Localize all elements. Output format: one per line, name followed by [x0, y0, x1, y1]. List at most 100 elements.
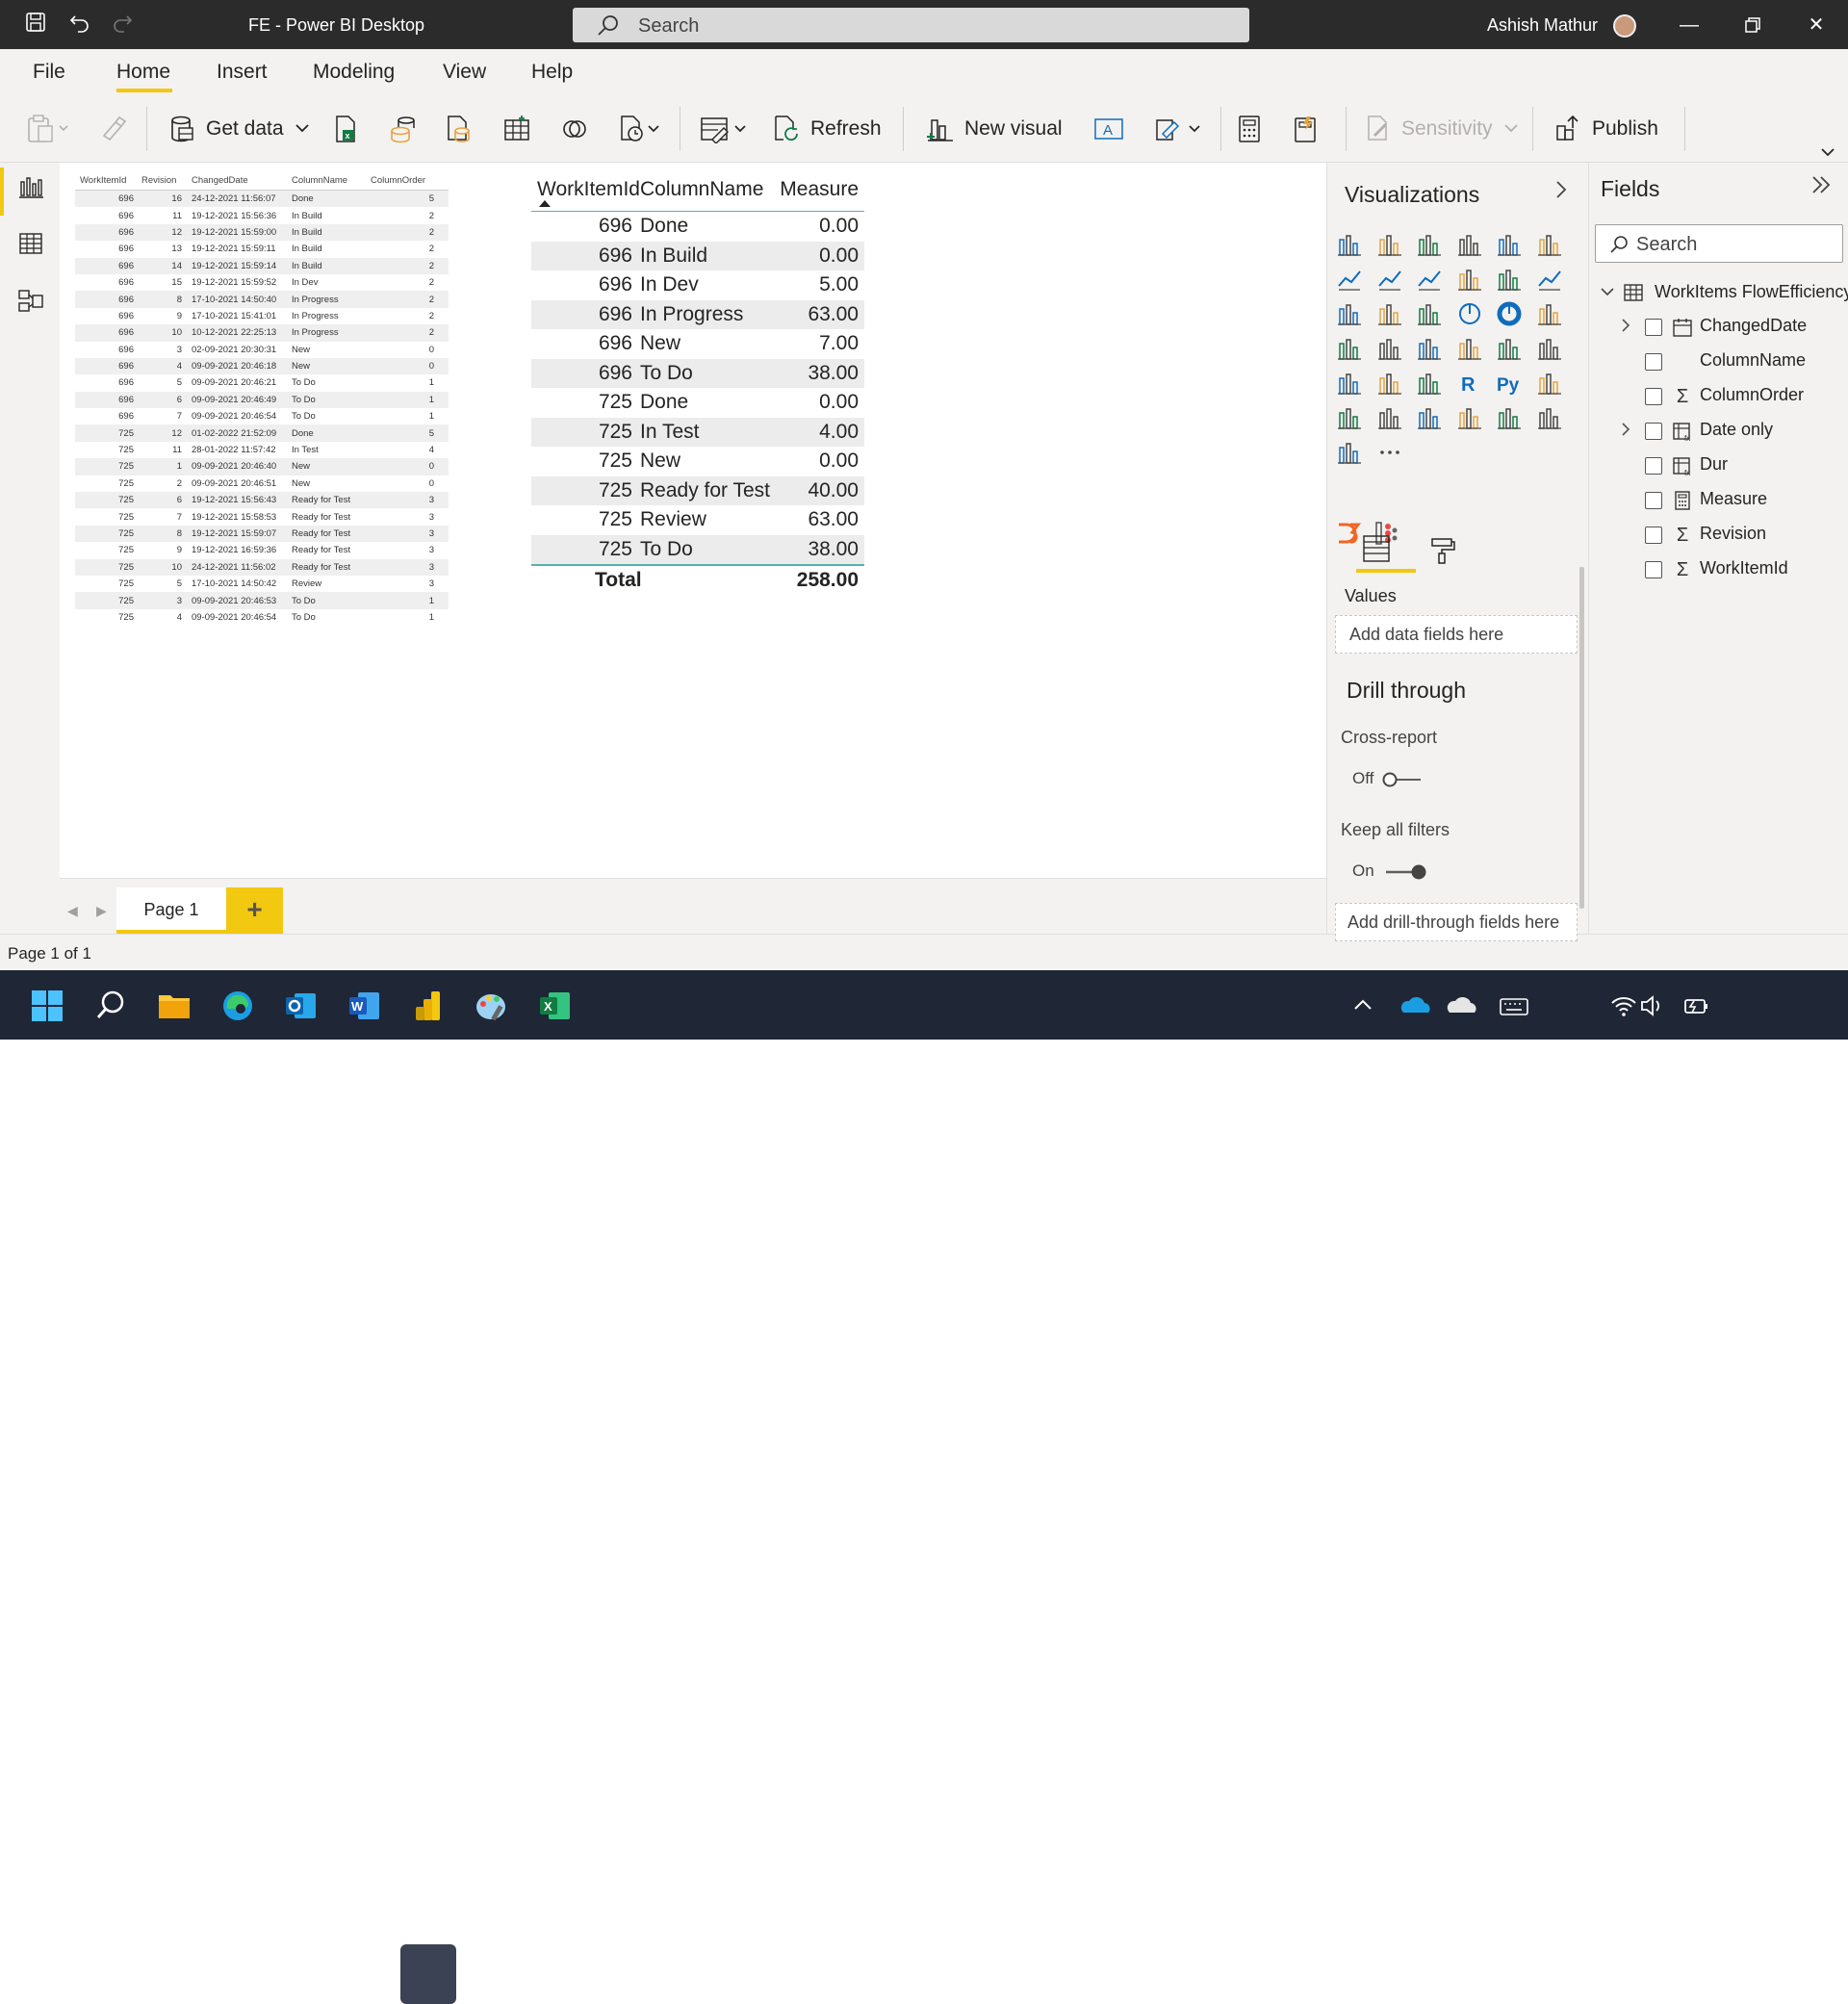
- file-explorer-icon[interactable]: [156, 988, 192, 1024]
- menu-insert[interactable]: Insert: [217, 61, 268, 84]
- table-row[interactable]: 725 6 19-12-2021 15:56:43 Ready for Test 3: [75, 492, 449, 509]
- menu-home[interactable]: Home: [116, 61, 170, 84]
- qna-visual-icon[interactable]: [1377, 405, 1402, 430]
- pie-chart-icon[interactable]: [1457, 301, 1482, 326]
- table-row[interactable]: 696 3 02-09-2021 20:30:31 New 0: [75, 342, 449, 358]
- matrix-icon[interactable]: [1417, 371, 1442, 396]
- slicer-icon[interactable]: [1337, 371, 1362, 396]
- field-item[interactable]: Σ ColumnOrder: [1589, 382, 1848, 411]
- key-influencers-icon[interactable]: [1537, 371, 1562, 396]
- page-tab[interactable]: Page 1: [116, 887, 226, 934]
- table-row[interactable]: 696 New 7.00: [531, 329, 864, 359]
- field-item[interactable]: fx Dur: [1589, 451, 1848, 480]
- dataverse-connect-button[interactable]: [560, 113, 589, 145]
- table-row[interactable]: 696 12 19-12-2021 15:59:00 In Build 2: [75, 223, 449, 242]
- python-visual-icon[interactable]: Py: [1497, 371, 1522, 396]
- multi-row-card-icon[interactable]: [1497, 336, 1522, 361]
- table-row[interactable]: 696 10 10-12-2021 22:25:13 In Progress 2: [75, 324, 449, 342]
- table-row[interactable]: 725 To Do 38.00: [531, 534, 864, 564]
- user-name[interactable]: Ashish Mathur: [1487, 15, 1598, 36]
- report-view-icon[interactable]: [17, 174, 44, 201]
- kpi-icon[interactable]: [1537, 336, 1562, 361]
- clustered-bar-chart-icon[interactable]: [1417, 232, 1442, 257]
- field-item[interactable]: ChangedDate: [1589, 313, 1848, 342]
- battery-icon[interactable]: [1682, 988, 1719, 1024]
- decomposition-tree-icon[interactable]: [1337, 405, 1362, 430]
- new-measure-button[interactable]: [1236, 113, 1263, 145]
- stacked-area-chart-icon[interactable]: [1417, 267, 1442, 292]
- table-node[interactable]: WorkItems FlowEfficiency: [1599, 282, 1848, 302]
- table-row[interactable]: 696 14 19-12-2021 15:59:14 In Build 2: [75, 257, 449, 274]
- column-header[interactable]: ColumnName: [292, 175, 371, 186]
- refresh-button[interactable]: Refresh: [772, 113, 882, 145]
- line-clustered-column-chart-icon[interactable]: [1457, 267, 1482, 292]
- table-row[interactable]: 696 6 09-09-2021 20:46:49 To Do 1: [75, 391, 449, 409]
- save-icon[interactable]: [23, 12, 48, 37]
- field-item[interactable]: Σ WorkItemId: [1589, 555, 1848, 584]
- column-header[interactable]: ColumnName: [640, 178, 775, 201]
- field-checkbox[interactable]: [1645, 319, 1662, 336]
- table-row[interactable]: 696 In Build 0.00: [531, 241, 864, 270]
- redo-icon[interactable]: [110, 12, 135, 37]
- table-row[interactable]: 725 12 01-02-2022 21:52:09 Done 5: [75, 424, 449, 442]
- search-icon[interactable]: [92, 988, 129, 1024]
- clock[interactable]: 07:47 03-02-2022: [1729, 1955, 1829, 1997]
- model-view-icon[interactable]: [17, 288, 44, 315]
- get-data-button[interactable]: Get data: [169, 113, 313, 145]
- text-box-button[interactable]: A: [1093, 113, 1124, 145]
- table-row[interactable]: 696 8 17-10-2021 14:50:40 In Progress 2: [75, 291, 449, 308]
- enter-data-button[interactable]: [502, 113, 531, 145]
- column-header[interactable]: WorkItemId: [75, 175, 138, 186]
- more-visuals-icon[interactable]: [1377, 440, 1402, 465]
- table-row[interactable]: 696 To Do 38.00: [531, 358, 864, 388]
- table-row[interactable]: 696 9 17-10-2021 15:41:01 In Progress 2: [75, 308, 449, 324]
- cross-report-toggle[interactable]: Off: [1352, 769, 1424, 789]
- input-language[interactable]: ENG US: [1553, 1955, 1592, 1997]
- minimize-icon[interactable]: —: [1675, 12, 1704, 39]
- table-row[interactable]: 696 Done 0.00: [531, 212, 864, 242]
- field-checkbox[interactable]: [1645, 561, 1662, 578]
- line-stacked-column-chart-icon[interactable]: [1497, 267, 1522, 292]
- field-item[interactable]: ColumnName: [1589, 347, 1848, 376]
- table-row[interactable]: 696 16 24-12-2021 11:56:07 Done 5: [75, 191, 449, 208]
- table-visual-icon[interactable]: [1377, 371, 1402, 396]
- field-checkbox[interactable]: [1645, 527, 1662, 544]
- d3-visual-icon[interactable]: [1337, 521, 1362, 546]
- line-chart-icon[interactable]: [1337, 267, 1362, 292]
- fields-search-input[interactable]: Search: [1595, 224, 1843, 263]
- table-row[interactable]: 725 In Test 4.00: [531, 417, 864, 447]
- undo-icon[interactable]: [67, 12, 92, 37]
- field-checkbox[interactable]: [1645, 492, 1662, 509]
- fields-well-tab-icon[interactable]: [1360, 534, 1399, 565]
- table-row[interactable]: 725 Done 0.00: [531, 388, 864, 418]
- waterfall-chart-icon[interactable]: [1337, 301, 1362, 326]
- field-checkbox[interactable]: [1645, 388, 1662, 405]
- field-item[interactable]: Σ Revision: [1589, 521, 1848, 550]
- column-header[interactable]: Measure: [775, 178, 864, 201]
- field-checkbox[interactable]: [1645, 353, 1662, 371]
- avatar[interactable]: [1613, 14, 1636, 38]
- column-header[interactable]: WorkItemId: [531, 178, 640, 201]
- menu-help[interactable]: Help: [531, 61, 573, 84]
- menu-file[interactable]: File: [33, 61, 65, 84]
- paint-icon[interactable]: [474, 988, 510, 1024]
- excel-workbook-button[interactable]: x: [331, 113, 360, 145]
- quick-measure-button[interactable]: [1292, 113, 1319, 145]
- table-row[interactable]: 696 13 19-12-2021 15:59:11 In Build 2: [75, 241, 449, 257]
- table-row[interactable]: 696 11 19-12-2021 15:56:36 In Build 2: [75, 207, 449, 223]
- column-header[interactable]: Revision: [138, 175, 186, 186]
- dataverse-button[interactable]: [445, 113, 474, 145]
- outlook-icon[interactable]: [283, 988, 320, 1024]
- new-visual-button[interactable]: New visual: [926, 113, 1063, 145]
- keyboard-icon[interactable]: [1496, 988, 1532, 1024]
- pane-scrollbar[interactable]: [1579, 567, 1584, 909]
- table-row[interactable]: 725 7 19-12-2021 15:58:53 Ready for Test 3: [75, 508, 449, 525]
- treemap-icon[interactable]: [1537, 301, 1562, 326]
- onedrive-personal-icon[interactable]: [1444, 988, 1480, 1024]
- start-icon[interactable]: [29, 988, 65, 1024]
- table-row[interactable]: 696 4 09-09-2021 20:46:18 New 0: [75, 357, 449, 375]
- keep-all-filters-toggle[interactable]: On: [1352, 861, 1428, 882]
- table-row[interactable]: 696 5 09-09-2021 20:46:21 To Do 1: [75, 374, 449, 391]
- table-row[interactable]: 725 3 09-09-2021 20:46:53 To Do 1: [75, 592, 449, 609]
- field-checkbox[interactable]: [1645, 423, 1662, 440]
